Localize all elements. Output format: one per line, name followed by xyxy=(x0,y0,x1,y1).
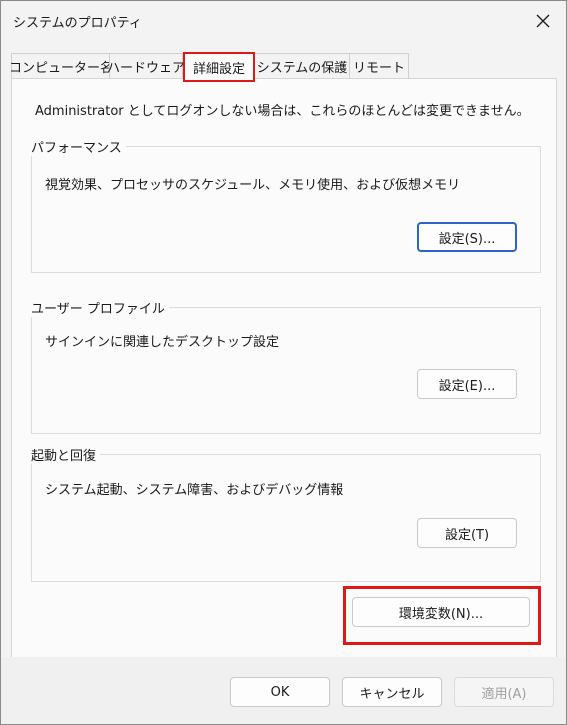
user-profiles-settings-button[interactable]: 設定(E)... xyxy=(417,369,517,399)
performance-settings-button[interactable]: 設定(S)... xyxy=(417,222,517,252)
tab-advanced[interactable]: 詳細設定 xyxy=(183,52,255,82)
tab-label: 詳細設定 xyxy=(192,61,245,77)
button-label: 設定(E)... xyxy=(438,378,496,394)
user-profiles-description: サインインに関連したデスクトップ設定 xyxy=(45,335,280,350)
advanced-tab-panel: Administrator としてログオンしない場合は、これらのほとんどは変更で… xyxy=(11,78,557,659)
startup-recovery-title: 起動と回復 xyxy=(31,445,101,464)
startup-recovery-group: 起動と回復 システム起動、システム障害、およびデバッグ情報 設定(T) xyxy=(31,445,541,582)
dialog-footer: OK キャンセル 適用(A) xyxy=(1,657,566,724)
button-label: 環境変数(N)... xyxy=(398,606,484,622)
startup-recovery-settings-button[interactable]: 設定(T) xyxy=(417,518,517,548)
button-label: 適用(A) xyxy=(481,686,527,702)
tab-label: システムの保護 xyxy=(256,60,348,76)
tab-label: コンピューター名 xyxy=(9,60,114,76)
window-title: システムのプロパティ xyxy=(13,16,142,31)
system-properties-window: システムのプロパティ コンピューター名 ハードウェア 詳細設定 システムの保護 … xyxy=(0,0,567,725)
apply-button[interactable]: 適用(A) xyxy=(454,677,554,707)
cancel-button[interactable]: キャンセル xyxy=(342,677,442,707)
title-bar[interactable]: システムのプロパティ xyxy=(1,1,566,41)
close-icon xyxy=(536,14,550,28)
performance-description: 視覚効果、プロセッサのスケジュール、メモリ使用、および仮想メモリ xyxy=(45,178,461,193)
tab-label: リモート xyxy=(352,60,405,76)
tab-remote[interactable]: リモート xyxy=(349,53,409,78)
button-label: 設定(T) xyxy=(444,527,490,543)
user-profiles-group: ユーザー プロファイル サインインに関連したデスクトップ設定 設定(E)... xyxy=(31,298,541,434)
tab-system-protection[interactable]: システムの保護 xyxy=(253,53,351,78)
tab-hardware[interactable]: ハードウェア xyxy=(107,53,186,78)
performance-group: パフォーマンス 視覚効果、プロセッサのスケジュール、メモリ使用、および仮想メモリ… xyxy=(31,137,541,273)
tab-label: ハードウェア xyxy=(107,60,186,76)
admin-notice: Administrator としてログオンしない場合は、これらのほとんどは変更で… xyxy=(35,104,530,119)
startup-recovery-description: システム起動、システム障害、およびデバッグ情報 xyxy=(45,483,344,498)
performance-title: パフォーマンス xyxy=(31,137,126,156)
user-profiles-title: ユーザー プロファイル xyxy=(31,298,169,317)
environment-variables-button[interactable]: 環境変数(N)... xyxy=(352,597,530,627)
button-label: 設定(S)... xyxy=(438,231,496,247)
tab-computer-name[interactable]: コンピューター名 xyxy=(9,53,114,78)
ok-button[interactable]: OK xyxy=(230,677,330,707)
close-button[interactable] xyxy=(528,7,558,35)
button-label: OK xyxy=(270,684,290,700)
button-label: キャンセル xyxy=(359,686,425,702)
